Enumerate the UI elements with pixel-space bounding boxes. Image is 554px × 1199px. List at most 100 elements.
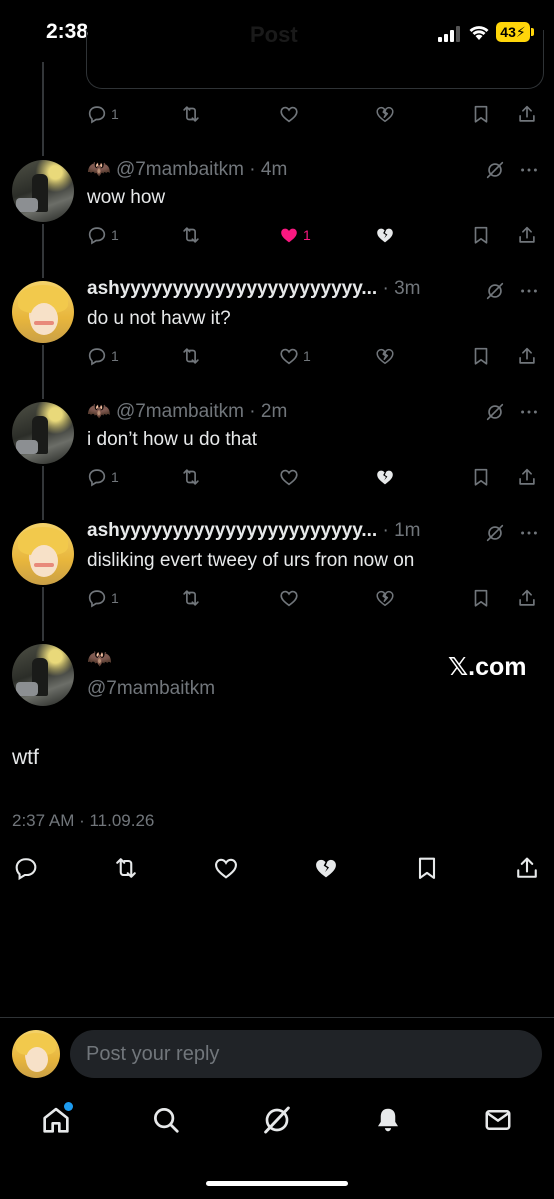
- like-button[interactable]: 1: [278, 342, 311, 370]
- main-post-timestamp[interactable]: 2:37 AM · 11.09.26: [12, 811, 154, 831]
- grok-button[interactable]: [484, 280, 506, 307]
- clock: 2:38: [46, 20, 89, 43]
- bookmark-button[interactable]: [470, 342, 492, 370]
- reply-avatar[interactable]: [12, 523, 74, 585]
- share-button[interactable]: [516, 584, 538, 612]
- nav-notifications[interactable]: [360, 1096, 416, 1144]
- author-name[interactable]: ashyyyyyyyyyyyyyyyyyyyyyyy...: [87, 278, 377, 299]
- nav-home[interactable]: [28, 1096, 84, 1144]
- post-time[interactable]: 2m: [261, 401, 287, 422]
- share-icon: [519, 105, 535, 122]
- like-button[interactable]: 1: [278, 221, 311, 249]
- dislike-button[interactable]: [374, 342, 396, 370]
- repost-button[interactable]: [180, 463, 202, 491]
- reply-author-line: 🦇 @7mambaitkm · 2m: [87, 399, 287, 423]
- post-time[interactable]: 3m: [394, 278, 420, 299]
- like-count: 1: [303, 348, 311, 364]
- nav-search[interactable]: [138, 1096, 194, 1144]
- dislike-button[interactable]: [374, 584, 396, 612]
- share-button[interactable]: [516, 100, 538, 128]
- bookmark-button[interactable]: [470, 100, 492, 128]
- like-button[interactable]: [278, 100, 303, 128]
- separator-dot: ·: [244, 401, 261, 422]
- search-icon: [154, 1108, 179, 1133]
- reply-button[interactable]: 1: [86, 584, 119, 612]
- main-post-handle[interactable]: @7mambaitkm: [87, 678, 215, 700]
- nav-grok[interactable]: [249, 1096, 305, 1144]
- grok-icon: [264, 1106, 290, 1134]
- my-avatar[interactable]: [12, 1030, 60, 1078]
- reply-text: do u not havw it?: [87, 308, 231, 329]
- post-time[interactable]: 4m: [261, 159, 287, 180]
- reply-button[interactable]: 1: [86, 221, 119, 249]
- post-time[interactable]: 1m: [394, 520, 420, 541]
- reply-input[interactable]: [70, 1030, 542, 1078]
- broken-heart-icon: [376, 590, 394, 607]
- reply-avatar[interactable]: [12, 160, 74, 222]
- reply-button[interactable]: 1: [86, 342, 119, 370]
- grok-button[interactable]: [484, 522, 506, 549]
- bookmark-button[interactable]: [470, 584, 492, 612]
- grok-icon: [486, 161, 504, 179]
- grok-button[interactable]: [484, 401, 506, 428]
- like-button[interactable]: [212, 854, 240, 882]
- reply-icon: [15, 858, 37, 881]
- reply-author-line: ashyyyyyyyyyyyyyyyyyyyyyyy... · 3m: [87, 278, 421, 300]
- reply-avatar[interactable]: [12, 402, 74, 464]
- heart-icon: [280, 590, 298, 607]
- repost-icon: [116, 858, 136, 878]
- share-icon: [519, 468, 535, 485]
- bookmark-button[interactable]: [470, 463, 492, 491]
- dislike-button[interactable]: [374, 221, 396, 249]
- author-name[interactable]: ashyyyyyyyyyyyyyyyyyyyyyyy...: [87, 520, 377, 541]
- more-button[interactable]: [518, 401, 540, 428]
- bookmark-icon: [474, 105, 488, 123]
- more-button[interactable]: [518, 522, 540, 549]
- reply-avatar[interactable]: [12, 281, 74, 343]
- heart-icon: [280, 348, 298, 365]
- quoted-post-card[interactable]: [86, 30, 544, 89]
- author-handle[interactable]: @7mambaitkm: [116, 159, 244, 180]
- more-icon: [521, 168, 537, 172]
- heart-icon: [281, 228, 297, 243]
- like-button[interactable]: [278, 584, 303, 612]
- repost-button[interactable]: [111, 854, 141, 882]
- share-icon: [517, 857, 537, 878]
- share-button[interactable]: [516, 463, 538, 491]
- grok-button[interactable]: [484, 159, 506, 186]
- reply-text: wow how: [87, 187, 166, 208]
- more-button[interactable]: [518, 159, 540, 186]
- reply-count: 1: [111, 590, 119, 606]
- repost-button[interactable]: [180, 100, 202, 128]
- reply-button[interactable]: 1: [86, 100, 119, 128]
- main-post-avatar[interactable]: [12, 644, 74, 706]
- share-button[interactable]: [513, 854, 541, 882]
- notification-dot: [64, 1102, 73, 1111]
- home-indicator[interactable]: [206, 1181, 348, 1186]
- repost-button[interactable]: [180, 221, 202, 249]
- dislike-button[interactable]: [374, 463, 396, 491]
- reply-icon: [88, 348, 106, 366]
- repost-button[interactable]: [180, 342, 202, 370]
- share-button[interactable]: [516, 221, 538, 249]
- more-icon: [521, 410, 537, 414]
- reply-button[interactable]: 1: [86, 463, 119, 491]
- bookmark-button[interactable]: [413, 854, 441, 882]
- repost-button[interactable]: [180, 584, 202, 612]
- dislike-button[interactable]: [374, 100, 396, 128]
- nav-messages[interactable]: [470, 1096, 526, 1144]
- broken-heart-icon: [316, 859, 336, 878]
- share-button[interactable]: [516, 342, 538, 370]
- notifications-icon: [378, 1108, 398, 1132]
- reply-author-line: ashyyyyyyyyyyyyyyyyyyyyyyy... · 1m: [87, 520, 421, 542]
- heart-icon: [215, 858, 237, 879]
- reply-count: 1: [111, 227, 119, 243]
- broken-heart-icon: [377, 228, 393, 243]
- bat-emoji: 🦇: [87, 401, 111, 422]
- bookmark-button[interactable]: [470, 221, 492, 249]
- more-button[interactable]: [518, 280, 540, 307]
- dislike-button[interactable]: [312, 854, 340, 882]
- like-button[interactable]: [278, 463, 303, 491]
- author-handle[interactable]: @7mambaitkm: [116, 401, 244, 422]
- reply-button[interactable]: [12, 854, 40, 882]
